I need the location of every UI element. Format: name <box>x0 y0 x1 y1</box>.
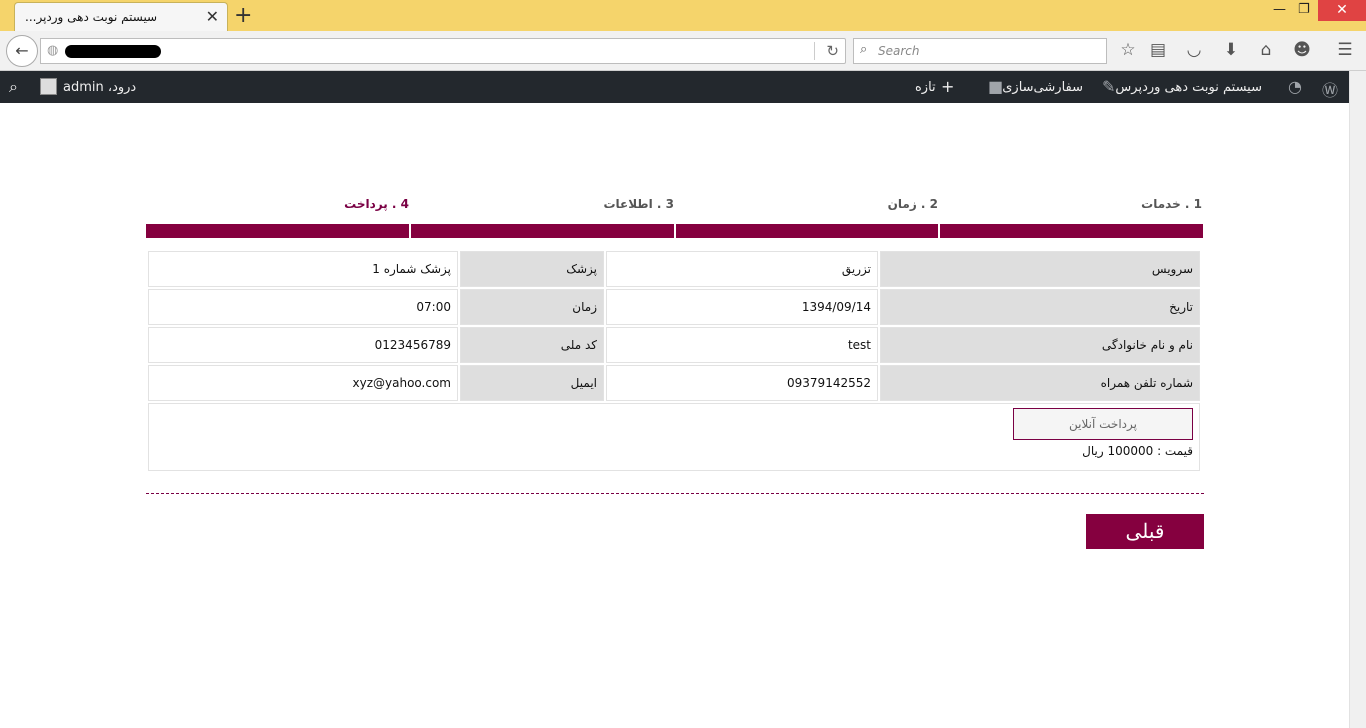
search-icon: ⌕ <box>860 42 868 57</box>
browser-navbar: ← ◍ ↻ ⌕ Search ☆ ▤ ◡ ⬇ ⌂ ☻ ☰ <box>0 31 1366 71</box>
search-placeholder: Search <box>878 44 920 58</box>
national-id-label: کد ملی <box>460 327 604 363</box>
booking-summary-table: سرویس تزریق پزشک پزشک شماره 1 تاریخ 1394… <box>146 249 1202 473</box>
step-2-label: 2 . زمان <box>887 197 938 211</box>
customize-link[interactable]: سفارشی‌سازی <box>1002 80 1083 95</box>
national-id-value: 0123456789 <box>148 327 458 363</box>
payment-cell: پرداخت آنلاین قیمت : 100000 ریال <box>148 403 1200 471</box>
restore-icon[interactable]: ❐ <box>1298 2 1310 17</box>
mobile-value: 09379142552 <box>606 365 878 401</box>
bookmark-star-icon[interactable]: ☆ <box>1117 40 1139 60</box>
site-name-link[interactable]: سیستم نوبت دهی وردپرس <box>1115 80 1262 95</box>
step-4-bar <box>146 224 409 238</box>
table-row: نام و نام خانوادگی test کد ملی 012345678… <box>148 327 1200 363</box>
search-input[interactable]: ⌕ Search <box>853 38 1107 64</box>
browser-tab[interactable]: ...سیستم نوبت دهی وردپر ✕ <box>14 2 228 31</box>
step-1-bar <box>940 224 1203 238</box>
search-icon[interactable]: ⌕ <box>9 77 18 97</box>
time-value: 07:00 <box>148 289 458 325</box>
step-3-label: 3 . اطلاعات <box>603 197 674 211</box>
plus-icon: + <box>941 77 955 96</box>
online-payment-button[interactable]: پرداخت آنلاین <box>1013 408 1193 440</box>
redacted-url <box>65 45 161 58</box>
table-row: سرویس تزریق پزشک پزشک شماره 1 <box>148 251 1200 287</box>
globe-icon: ◍ <box>47 43 59 58</box>
reload-icon[interactable]: ↻ <box>826 42 839 60</box>
greeting[interactable]: درود، admin <box>63 80 136 95</box>
brush-icon: ✎ <box>1102 77 1116 96</box>
menu-icon[interactable]: ☰ <box>1334 40 1356 60</box>
tab-title: ...سیستم نوبت دهی وردپر <box>25 10 158 24</box>
fullname-value: test <box>606 327 878 363</box>
service-value: تزریق <box>606 251 878 287</box>
reading-list-icon[interactable]: ▤ <box>1147 40 1169 60</box>
comment-icon[interactable]: ■ <box>988 77 1003 96</box>
time-label: زمان <box>460 289 604 325</box>
table-row: تاریخ 1394/09/14 زمان 07:00 <box>148 289 1200 325</box>
url-bar[interactable]: ◍ ↻ <box>40 38 846 64</box>
minimize-icon[interactable]: — <box>1273 2 1286 17</box>
step-2-bar <box>676 224 938 238</box>
price-text: قیمت : 100000 ریال <box>1082 444 1193 458</box>
window-close-icon[interactable]: ✕ <box>1318 0 1366 21</box>
close-icon[interactable]: ✕ <box>206 7 219 26</box>
step-1-label: 1 . خدمات <box>1141 197 1202 211</box>
previous-button[interactable]: قبلی <box>1086 514 1204 549</box>
doctor-value: پزشک شماره 1 <box>148 251 458 287</box>
browser-titlebar: ...سیستم نوبت دهی وردپر ✕ + — ❐ ✕ <box>0 0 1366 31</box>
new-tab-icon[interactable]: + <box>234 3 252 28</box>
avatar[interactable] <box>40 78 57 95</box>
table-row: شماره تلفن همراه 09379142552 ایمیل xyz@y… <box>148 365 1200 401</box>
back-arrow-icon[interactable]: ← <box>6 35 38 67</box>
mobile-label: شماره تلفن همراه <box>880 365 1200 401</box>
pocket-icon[interactable]: ◡ <box>1183 40 1205 60</box>
date-value: 1394/09/14 <box>606 289 878 325</box>
step-3-bar <box>411 224 674 238</box>
home-icon[interactable]: ⌂ <box>1255 40 1277 60</box>
smiley-icon[interactable]: ☻ <box>1291 40 1313 60</box>
dashboard-icon: ◔ <box>1288 77 1302 96</box>
divider <box>146 493 1204 494</box>
download-icon[interactable]: ⬇ <box>1220 40 1242 60</box>
wp-admin-bar: Ⓦ ◔ سیستم نوبت دهی وردپرس ✎ سفارشی‌سازی … <box>0 71 1349 103</box>
service-label: سرویس <box>880 251 1200 287</box>
table-row: پرداخت آنلاین قیمت : 100000 ریال <box>148 403 1200 471</box>
email-label: ایمیل <box>460 365 604 401</box>
wordpress-logo-icon[interactable]: Ⓦ <box>1322 77 1338 101</box>
email-value: xyz@yahoo.com <box>148 365 458 401</box>
step-4-label: 4 . پرداخت <box>344 197 409 211</box>
doctor-label: پزشک <box>460 251 604 287</box>
new-content-link[interactable]: تازه <box>915 80 936 95</box>
fullname-label: نام و نام خانوادگی <box>880 327 1200 363</box>
scrollbar[interactable] <box>1349 71 1366 728</box>
date-label: تاریخ <box>880 289 1200 325</box>
